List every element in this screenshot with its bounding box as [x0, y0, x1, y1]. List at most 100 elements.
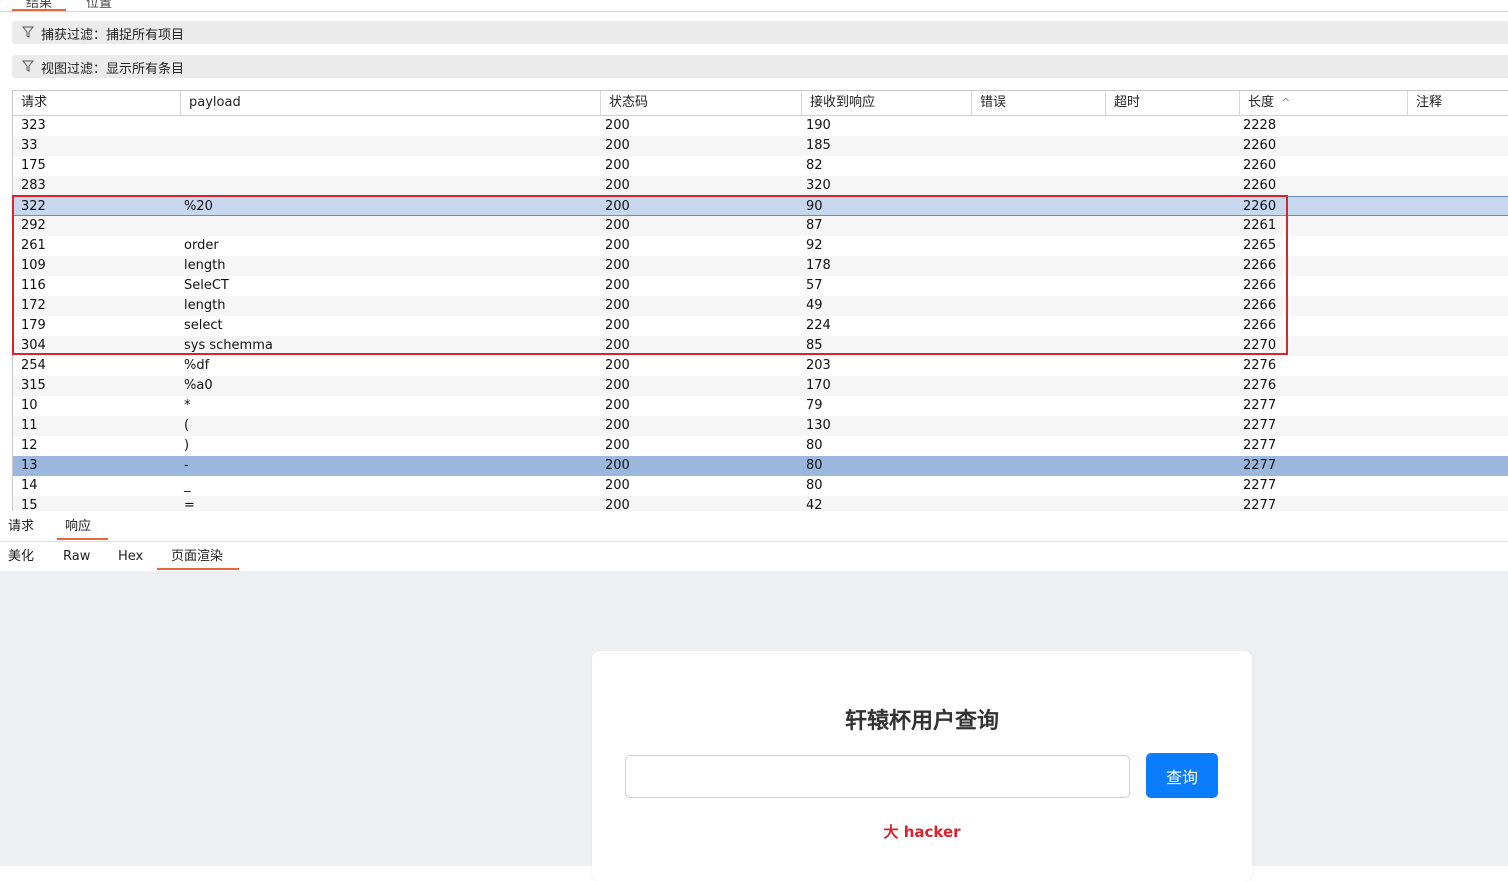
result-message: 大 hacker: [883, 823, 961, 841]
table-cell: 170: [806, 378, 831, 393]
table-row[interactable]: 292 200 87 2261: [13, 216, 1508, 236]
table-cell: 15: [21, 498, 38, 511]
table-cell: [968, 496, 976, 511]
table-cell: 87: [806, 218, 823, 233]
table-row[interactable]: 11 (200 130 2277: [13, 416, 1508, 436]
table-cell: 2260: [1243, 199, 1277, 214]
table-cell: *: [184, 398, 191, 413]
table-cell: 203: [806, 358, 831, 373]
table-row[interactable]: 283 200 320 2260: [13, 176, 1508, 196]
table-cell: _: [184, 478, 191, 493]
table-row[interactable]: 15 = 200 42 2277: [13, 496, 1508, 511]
table-cell: [1102, 236, 1110, 256]
table-row[interactable]: 179 select 200 224 2266: [13, 316, 1508, 336]
tab-response[interactable]: 响应: [57, 514, 108, 540]
tab-render[interactable]: 页面渲染: [157, 544, 239, 570]
table-row[interactable]: 175 200 82 2260: [13, 156, 1508, 176]
table-cell: 42: [806, 498, 823, 511]
table-cell: 14: [21, 478, 38, 493]
table-cell: 80: [806, 478, 823, 493]
table-cell: [1404, 216, 1412, 236]
table-cell: [1102, 197, 1110, 217]
table-cell: 254: [21, 358, 46, 373]
table-cell: [1102, 456, 1110, 476]
table-cell: 200: [605, 278, 630, 293]
table-cell: [1102, 176, 1110, 196]
col-error[interactable]: 错误: [972, 91, 1106, 115]
table-cell: 2277: [1243, 398, 1277, 413]
table-cell: [968, 256, 976, 276]
table-cell: 200: [605, 478, 630, 493]
table-row[interactable]: 322 %20 200 90 2260: [13, 196, 1508, 216]
table-cell: 2260: [1243, 138, 1277, 153]
table-cell: [968, 116, 976, 136]
table-cell: 2276: [1243, 358, 1277, 373]
table-cell: [1404, 376, 1412, 396]
tab-hex[interactable]: Hex: [110, 544, 151, 570]
results-table: 请求 payload 状态码 接收到响应 错误 超时 长度 ^ 注释 323 20…: [12, 90, 1508, 511]
tab-pretty[interactable]: 美化: [0, 544, 42, 570]
filter-icon: [22, 60, 34, 72]
table-cell: -: [184, 458, 189, 473]
table-cell: 323: [21, 118, 46, 133]
table-cell: 292: [21, 218, 46, 233]
table-row[interactable]: 13 - 200 80 2277: [13, 456, 1508, 476]
table-cell: 200: [605, 138, 630, 153]
table-cell: [1102, 276, 1110, 296]
table-cell: [968, 276, 976, 296]
table-row[interactable]: 12) 200 80 2277: [13, 436, 1508, 456]
table-cell: 200: [605, 378, 630, 393]
table-cell: 12: [21, 438, 38, 453]
table-cell: [1404, 416, 1412, 436]
table-cell: 90: [806, 199, 823, 214]
table-row[interactable]: 254 %df 200 203 2276: [13, 356, 1508, 376]
query-input[interactable]: [625, 755, 1130, 798]
col-request[interactable]: 请求: [13, 91, 181, 115]
table-cell: [1404, 316, 1412, 336]
table-cell: 200: [605, 398, 630, 413]
table-cell: [968, 316, 976, 336]
table-row[interactable]: 116 SeleCT 200 57 2266: [13, 276, 1508, 296]
table-cell: 200: [605, 358, 630, 373]
table-cell: [1102, 296, 1110, 316]
tab-positions[interactable]: 位置: [72, 0, 126, 11]
table-row[interactable]: 323 200 190 2228: [13, 116, 1508, 136]
col-comment[interactable]: 注释: [1408, 91, 1508, 115]
sort-asc-icon: ^: [1281, 96, 1291, 109]
table-cell: 80: [806, 458, 823, 473]
view-filter-bar[interactable]: 视图过滤：显示所有条目: [12, 55, 1508, 78]
table-row[interactable]: 109 length 200 178 2266: [13, 256, 1508, 276]
table-cell: 79: [806, 398, 823, 413]
table-cell: [1102, 216, 1110, 236]
col-length[interactable]: 长度 ^: [1240, 91, 1408, 115]
table-row[interactable]: 33 200 185 2260: [13, 136, 1508, 156]
query-card: 轩辕杯用户查询 查询 大 hacker: [592, 651, 1252, 881]
col-response-received[interactable]: 接收到响应: [802, 91, 972, 115]
table-cell: 33: [21, 138, 38, 153]
table-cell: 200: [605, 338, 630, 353]
col-payload[interactable]: payload: [181, 91, 601, 115]
table-row[interactable]: 10 * 200 79 2277: [13, 396, 1508, 416]
table-cell: [968, 216, 976, 236]
table-row[interactable]: 172 length 200 49 2266: [13, 296, 1508, 316]
table-cell: [1404, 496, 1412, 511]
col-timeout[interactable]: 超时: [1106, 91, 1240, 115]
table-cell: 322: [21, 199, 46, 214]
table-cell: 200: [605, 418, 630, 433]
table-cell: 315: [21, 378, 46, 393]
col-status[interactable]: 状态码: [601, 91, 802, 115]
table-cell: 200: [605, 218, 630, 233]
table-row[interactable]: 14 _ 200 80 2277: [13, 476, 1508, 496]
table-row[interactable]: 261 order 200 92 2265: [13, 236, 1508, 256]
table-cell: [1404, 396, 1412, 416]
query-button[interactable]: 查询: [1146, 753, 1218, 798]
table-row[interactable]: 304 sys schemma 200 85 2270: [13, 336, 1508, 356]
table-row[interactable]: 315 %a0 200 170 2276: [13, 376, 1508, 396]
capture-filter-bar[interactable]: 捕获过滤：捕捉所有项目: [12, 21, 1508, 44]
tab-request[interactable]: 请求: [0, 514, 42, 540]
tab-results[interactable]: 结果: [12, 0, 67, 11]
tab-raw[interactable]: Raw: [55, 544, 98, 570]
table-cell: [1404, 256, 1412, 276]
table-cell: 2277: [1243, 498, 1277, 511]
table-cell: [968, 336, 976, 356]
